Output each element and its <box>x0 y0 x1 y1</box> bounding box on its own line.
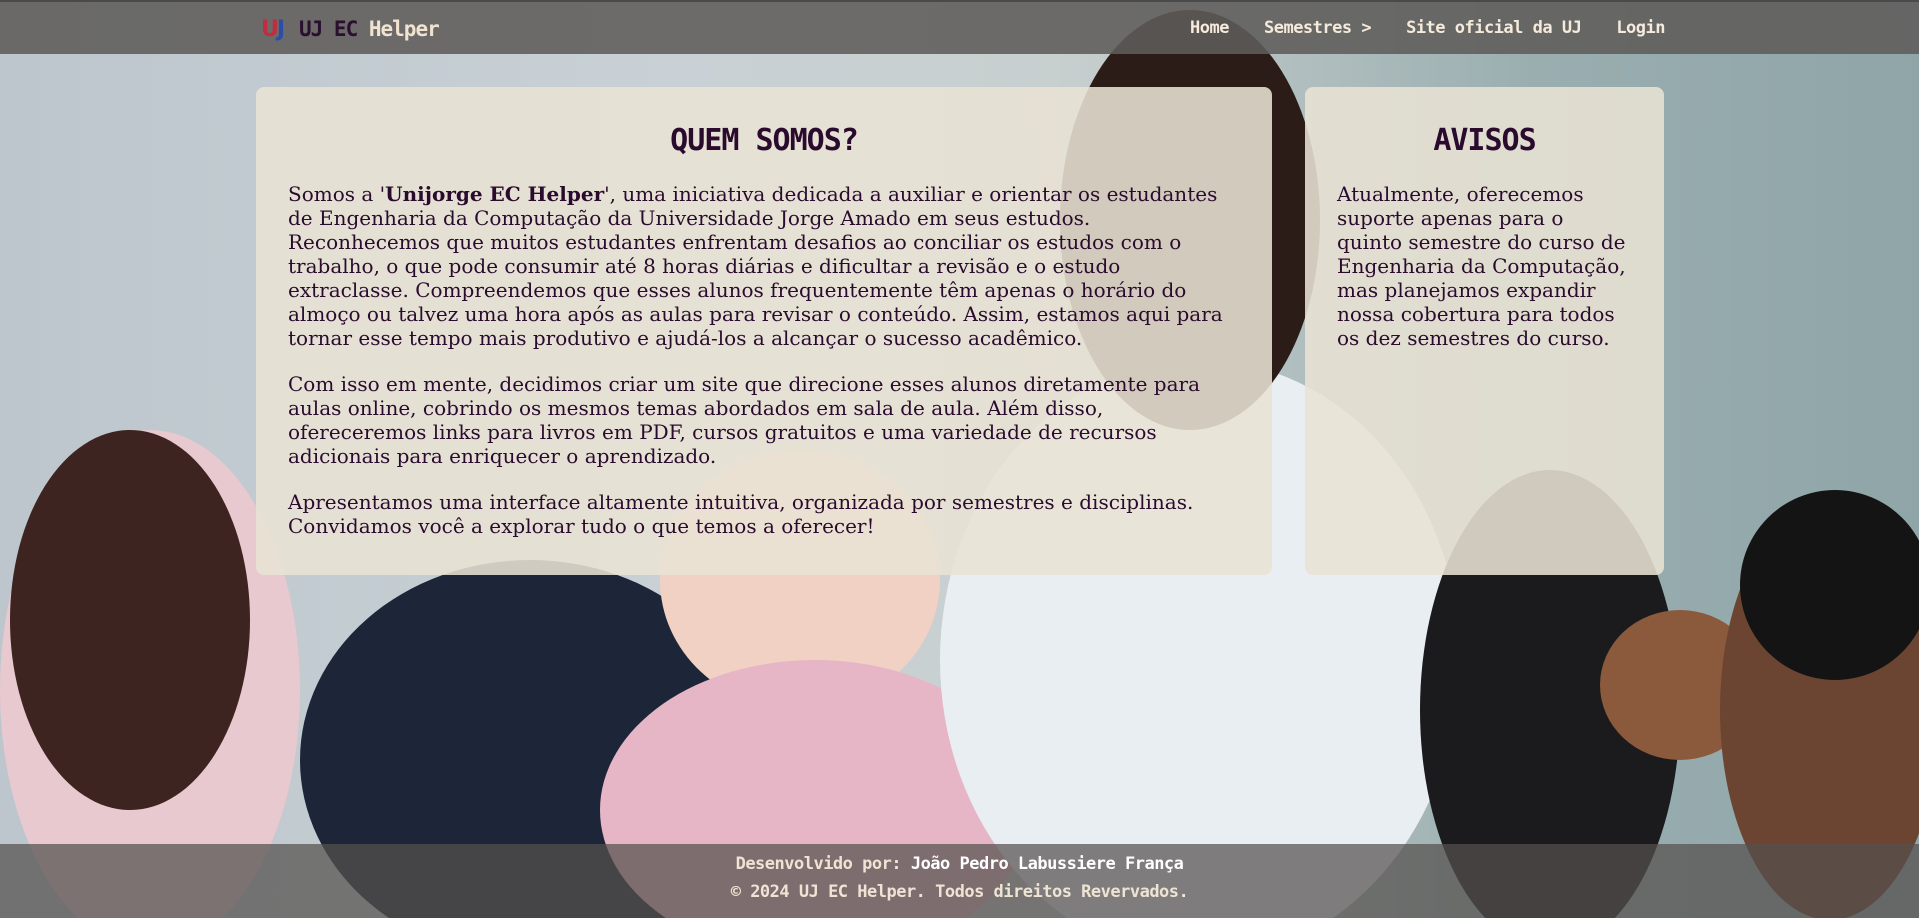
notices-title: AVISOS <box>1433 123 1536 158</box>
about-p1-after: ', uma iniciativa dedicada a auxiliar e … <box>288 182 1223 350</box>
notices-text: Atualmente, oferecemos suporte apenas pa… <box>1337 182 1626 350</box>
brand-name-part1: UJ EC <box>299 17 358 41</box>
nav-uj-official-site-link[interactable]: Site oficial da UJ <box>1406 18 1582 38</box>
about-p1-name: Unijorge EC Helper <box>385 182 605 206</box>
logo-letter-j: J <box>276 16 285 42</box>
photo-student-1-hair <box>10 430 250 810</box>
brand-name: UJ EC Helper <box>299 17 440 41</box>
about-paragraph-3: Apresentamos uma interface altamente int… <box>288 490 1194 538</box>
brand[interactable]: UJ UJ EC Helper <box>255 14 440 44</box>
nav-home-link[interactable]: Home <box>1190 18 1229 38</box>
footer-dev-label: Desenvolvido por: <box>735 854 902 874</box>
photo-student-5-hair <box>1740 490 1919 680</box>
about-card: QUEM SOMOS? Somos a 'Unijorge EC Helper'… <box>256 87 1272 575</box>
nav-semestres-link[interactable]: Semestres > <box>1264 18 1372 38</box>
footer-dev-name: João Pedro Labussiere França <box>910 854 1184 874</box>
footer-credit: Desenvolvido por: João Pedro Labussiere … <box>0 854 1919 874</box>
about-paragraph-1: Somos a 'Unijorge EC Helper', uma inicia… <box>288 182 1240 350</box>
top-navbar: UJ UJ EC Helper Home Semestres > Site of… <box>0 0 1919 54</box>
brand-name-part2: Helper <box>368 17 440 41</box>
about-title: QUEM SOMOS? <box>670 123 859 158</box>
nav-links: Home Semestres > Site oficial da UJ Logi… <box>1190 18 1665 38</box>
notices-card: AVISOS Atualmente, oferecemos suporte ap… <box>1305 87 1664 575</box>
uj-logo-icon: UJ <box>255 16 289 42</box>
footer-copyright: © 2024 UJ EC Helper. Todos direitos Reve… <box>730 882 1189 902</box>
footer: Desenvolvido por: João Pedro Labussiere … <box>0 844 1919 918</box>
about-p1-before: Somos a ' <box>288 182 386 206</box>
nav-login-link[interactable]: Login <box>1616 18 1665 38</box>
about-paragraph-2: Com isso em mente, decidimos criar um si… <box>288 372 1201 468</box>
logo-letter-u: U <box>260 16 279 42</box>
